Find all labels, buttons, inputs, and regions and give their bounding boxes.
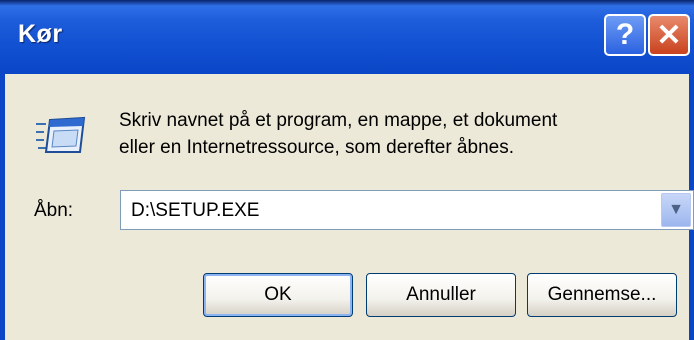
browse-button[interactable]: Gennemse...: [527, 273, 677, 317]
window-title: Kør: [18, 20, 63, 48]
ok-button[interactable]: OK: [203, 273, 353, 317]
description-text: Skriv navnet på et program, en mappe, et…: [119, 107, 557, 161]
window-border-left: [0, 74, 5, 340]
open-label: Åbn:: [34, 200, 74, 221]
close-icon: ✕: [656, 18, 682, 52]
open-combobox[interactable]: D:\SETUP.EXE ▼: [120, 190, 694, 230]
run-program-icon: [36, 116, 86, 153]
description-line-2: eller en Internetressource, som derefter…: [119, 137, 514, 158]
title-bar[interactable]: Kør ? ✕: [0, 0, 694, 74]
close-button[interactable]: ✕: [648, 14, 690, 56]
cancel-button[interactable]: Annuller: [366, 273, 516, 317]
help-icon: ?: [615, 18, 635, 51]
help-button[interactable]: ?: [604, 14, 646, 56]
chevron-down-icon: ▼: [668, 201, 684, 218]
open-input[interactable]: D:\SETUP.EXE: [131, 200, 259, 222]
dropdown-button[interactable]: ▼: [661, 193, 691, 227]
description-line-1: Skriv navnet på et program, en mappe, et…: [119, 110, 558, 131]
